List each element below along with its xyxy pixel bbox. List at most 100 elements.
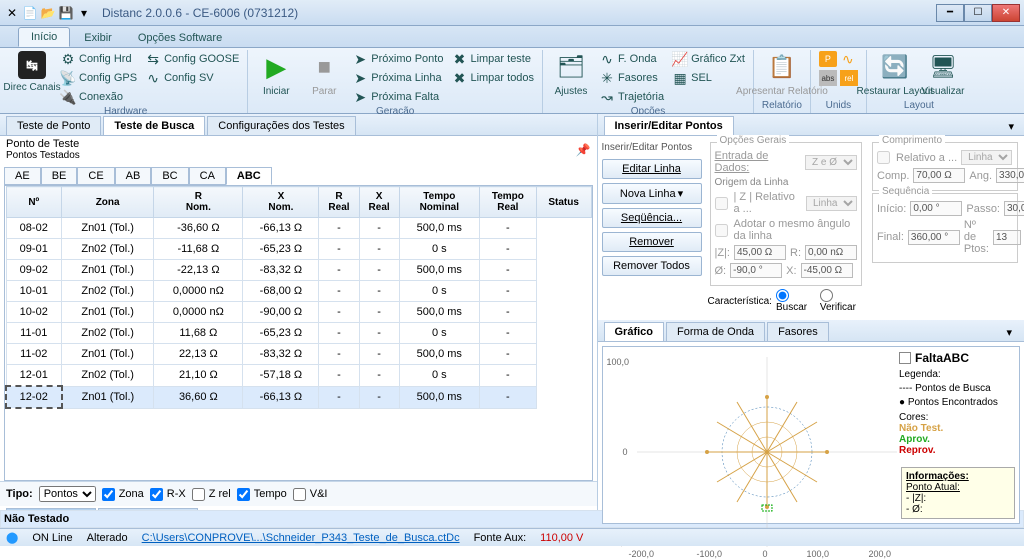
tipo-select[interactable]: Pontos [39,486,96,502]
tab-ae[interactable]: AE [4,167,41,185]
conexao-button[interactable]: 🔌Conexão [58,88,139,106]
z-input[interactable] [734,245,786,260]
tab-grafico[interactable]: Gráfico [604,322,665,341]
radio-verificar[interactable]: Verificar [820,289,864,313]
config-sv-button[interactable]: ∿Config SV [143,69,241,87]
table-row[interactable]: 12-01Zn02 (Tol.)21,10 Ω-57,18 Ω--0 s-Não… [6,365,591,387]
remover-button[interactable]: Remover [602,232,702,252]
limpar-todos-button[interactable]: ✖Limpar todos [449,69,536,87]
collapse-icon[interactable]: ▾ [1004,118,1018,135]
col-treal[interactable]: Tempo Real [479,187,536,218]
apresentar-button[interactable]: 📋Apresentar Relatório [760,50,804,98]
limpar-teste-button[interactable]: ✖Limpar teste [449,50,536,68]
open-icon[interactable]: 📂 [40,5,56,21]
chk-zrel[interactable]: Z rel [192,488,231,501]
tab-forma-onda[interactable]: Forma de Onda [666,322,765,341]
tab-be[interactable]: BE [41,167,78,185]
sequencia-button[interactable]: Seqüência... [602,208,702,228]
impedance-plot[interactable]: 100,0 0 -100,0 -200,0 -100,0 0 100,0 200… [637,357,897,547]
minimize-button[interactable]: ━ [936,4,964,22]
col-rreal[interactable]: R Real [319,187,359,218]
chk-zrel2[interactable] [715,197,728,210]
col-no[interactable]: Nº [6,187,62,218]
proximo-ponto-button[interactable]: ➤Próximo Ponto [350,50,445,68]
col-xreal[interactable]: X Real [359,187,399,218]
unit-pri-button[interactable]: P∿ [817,50,860,68]
direc-canais-button[interactable]: ↹ Direc Canais [10,50,54,94]
trajetoria-button[interactable]: ↝Trajetória [597,88,666,106]
col-xnom[interactable]: X Nom. [243,187,319,218]
comp-input[interactable] [913,168,965,183]
table-row[interactable]: 10-02Zn01 (Tol.)0,0000 nΩ-90,00 Ω--500,0… [6,302,591,323]
tab-ca[interactable]: CA [189,167,226,185]
tab-inicio[interactable]: Início [18,27,70,47]
tab-config-testes[interactable]: Configurações dos Testes [207,116,355,135]
maximize-button[interactable]: ☐ [964,4,992,22]
tab-ab[interactable]: AB [115,167,152,185]
x-input[interactable] [801,263,853,278]
table-row[interactable]: 08-02Zn01 (Tol.)-36,60 Ω-66,13 Ω--500,0 … [6,218,591,239]
editar-linha-button[interactable]: Editar Linha [602,159,702,179]
config-hrd-button[interactable]: ⚙Config Hrd [58,50,139,68]
new-icon[interactable]: 📄 [22,5,38,21]
relativo-select[interactable]: Linha [961,150,1012,165]
table-row[interactable]: 09-02Zn01 (Tol.)-22,13 Ω-83,32 Ω--500,0 … [6,260,591,281]
table-row[interactable]: 12-02Zn01 (Tol.)36,60 Ω-66,13 Ω--500,0 m… [6,386,591,408]
results-table-wrap[interactable]: Nº Zona R Nom. X Nom. R Real X Real Temp… [4,185,593,481]
tab-opcoes[interactable]: Opções Software [126,29,234,47]
entrada-select[interactable]: Z e Ø [805,155,857,170]
fonda-button[interactable]: ∿F. Onda [597,50,666,68]
chk-adotar[interactable] [715,224,728,237]
restaurar-button[interactable]: 🔄Restaurar Layout [873,50,917,98]
chk-vi[interactable]: V&I [293,488,328,501]
col-rnom[interactable]: R Nom. [154,187,243,218]
tab-teste-ponto[interactable]: Teste de Ponto [6,116,101,135]
grafzxt-button[interactable]: 📈Gráfico Zxt [670,50,747,68]
config-goose-button[interactable]: ⇆Config GOOSE [143,50,241,68]
close-button[interactable]: ✕ [992,4,1020,22]
tab-teste-busca[interactable]: Teste de Busca [103,116,205,135]
chk-tempo[interactable]: Tempo [237,488,287,501]
iniciar-button[interactable]: ▶Iniciar [254,50,298,98]
tab-abc[interactable]: ABC [226,167,272,185]
proxima-falta-button[interactable]: ➤Próxima Falta [350,88,445,106]
unit-abs-button[interactable]: absrel [817,69,860,87]
pin-icon[interactable]: 📌 [576,143,591,157]
nova-linha-button[interactable]: Nova Linha [602,183,702,204]
passo-input[interactable] [1004,201,1024,216]
legend-color-icon[interactable] [899,352,911,364]
proxima-linha-button[interactable]: ➤Próxima Linha [350,69,445,87]
chk-zona[interactable]: Zona [102,488,144,501]
remover-todos-button[interactable]: Remover Todos [602,256,702,276]
config-gps-button[interactable]: 📡Config GPS [58,69,139,87]
save-icon[interactable]: 💾 [58,5,74,21]
tab-inserir-editar[interactable]: Inserir/Editar Pontos [604,116,734,135]
ang-input[interactable] [996,168,1024,183]
zrel-select[interactable]: Linha [806,196,857,211]
final-input[interactable] [908,230,960,245]
radio-buscar[interactable]: Buscar [776,289,816,313]
table-row[interactable]: 09-01Zn02 (Tol.)-11,68 Ω-65,23 Ω--0 s-Nã… [6,239,591,260]
tab-bc[interactable]: BC [151,167,188,185]
tab-exibir[interactable]: Exibir [72,29,124,47]
filepath-link[interactable]: C:\Users\CONPROVE\...\Schneider_P343_Tes… [142,532,460,544]
inicio-input[interactable] [910,201,962,216]
r-input[interactable] [805,245,857,260]
col-status[interactable]: Status [536,187,591,218]
col-tnom[interactable]: Tempo Nominal [399,187,479,218]
fasores-button[interactable]: ✳Fasores [597,69,666,87]
visualizar-button[interactable]: 🖥Visualizar [921,50,965,98]
chart-collapse-icon[interactable]: ▾ [1000,324,1018,341]
parar-button[interactable]: ■Parar [302,50,346,98]
chk-rx[interactable]: R-X [150,488,186,501]
tab-ce[interactable]: CE [77,167,114,185]
table-row[interactable]: 11-01Zn02 (Tol.)11,68 Ω-65,23 Ω--0 s-Não… [6,323,591,344]
dropdown-icon[interactable]: ▾ [76,5,92,21]
table-row[interactable]: 10-01Zn02 (Tol.)0,0000 nΩ-68,00 Ω--0 s-N… [6,281,591,302]
ajustes-button[interactable]: 🗂Ajustes [549,50,593,98]
sel-button[interactable]: ▦SEL [670,69,747,87]
nptos-input[interactable] [993,230,1021,245]
tab-fasores[interactable]: Fasores [767,322,829,341]
chk-relativo[interactable] [877,151,890,164]
phi-input[interactable] [730,263,782,278]
